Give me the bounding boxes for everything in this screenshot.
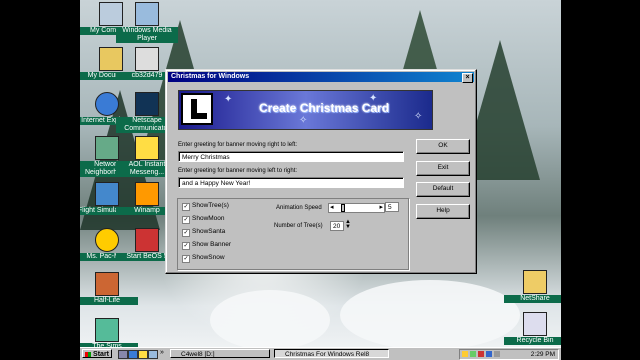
winamp-icon: [135, 182, 159, 206]
checkbox-show-snow[interactable]: ✓ ShowSnow: [182, 253, 225, 263]
check-icon: ✓: [182, 229, 190, 237]
check-icon: ✓: [182, 216, 190, 224]
clock[interactable]: 2:29 PM: [531, 350, 555, 359]
recycle-bin-icon: [523, 312, 547, 336]
desktop-icon-recycle-bin[interactable]: Recycle Bin: [504, 312, 561, 345]
close-button[interactable]: ×: [462, 73, 473, 83]
ie-icon[interactable]: [128, 350, 138, 359]
help-button[interactable]: Help: [416, 204, 470, 219]
christmas-dialog: Christmas for Windows × ✦ ✧ ✦ ✧ Create C…: [165, 69, 477, 274]
checkbox-show-santa[interactable]: ✓ ShowSanta: [182, 227, 225, 237]
aim-icon: [135, 136, 159, 160]
greeting1-label: Enter greeting for banner moving right t…: [178, 142, 298, 148]
file-icon: [135, 47, 159, 71]
greeting2-field[interactable]: and a Happy New Year!: [178, 177, 404, 188]
chevron-right-icon[interactable]: »: [160, 349, 164, 356]
ok-button[interactable]: OK: [416, 139, 470, 154]
desktop-icon-netshare[interactable]: NetShare: [504, 270, 561, 303]
netscape-icon: [135, 92, 159, 116]
wallpaper-snow: [210, 290, 330, 350]
checkbox-show-trees[interactable]: ✓ ShowTree(s): [182, 201, 229, 211]
default-button[interactable]: Default: [416, 182, 470, 197]
animation-speed-label: Animation Speed: [276, 205, 322, 211]
check-icon: ✓: [182, 255, 190, 263]
beos-icon: [135, 228, 159, 252]
arrow-left-icon[interactable]: ◂: [330, 203, 334, 211]
folder-icon: [523, 270, 547, 294]
christmas-banner: ✦ ✧ ✦ ✧ Create Christmas Card: [178, 90, 433, 130]
tray-icon[interactable]: [462, 351, 468, 357]
lambda-icon: [95, 272, 119, 296]
star-icon: ✧: [299, 115, 308, 126]
tray-icon[interactable]: [470, 351, 476, 357]
greeting2-label: Enter greeting for banner moving left to…: [178, 168, 298, 174]
system-tray: 2:29 PM: [459, 349, 559, 360]
dialog-title: Christmas for Windows: [171, 73, 250, 80]
start-button[interactable]: Start: [82, 349, 112, 358]
desktop: My Computer My Documents Internet Explor…: [80, 0, 561, 360]
trees-label: Number of Tree(s): [274, 223, 323, 229]
check-icon: ✓: [182, 242, 190, 250]
tray-icon[interactable]: [486, 351, 492, 357]
star-icon: ✦: [224, 94, 233, 105]
animation-speed-value[interactable]: 5: [385, 202, 399, 212]
sims-icon: [95, 318, 119, 342]
check-icon: ✓: [182, 203, 190, 211]
email-icon[interactable]: [138, 350, 148, 359]
speaker-icon[interactable]: [494, 351, 500, 357]
media-player-icon: [135, 2, 159, 26]
task-c4wel8[interactable]: C4wel8 [D:]: [170, 349, 270, 358]
close-icon: ×: [465, 74, 470, 81]
desktop-icon-windows-media-player[interactable]: Windows Media Player: [116, 2, 178, 43]
checkbox-show-moon[interactable]: ✓ ShowMoon: [182, 214, 225, 224]
checkbox-show-banner[interactable]: ✓ Show Banner: [182, 240, 231, 250]
animation-speed-slider[interactable]: ◂ ▸: [328, 203, 385, 213]
task-christmas-for-windows[interactable]: Christmas For Windows Rel8: [274, 349, 389, 358]
spin-arrows-icon[interactable]: ▲ ▼: [345, 219, 351, 230]
channel-icon[interactable]: [148, 350, 158, 359]
taskbar: Start » C4wel8 [D:] Christmas For Window…: [80, 347, 561, 360]
wallpaper-snow: [340, 280, 520, 350]
logo-icon: [181, 93, 213, 125]
options-group: ✓ ShowTree(s) ✓ ShowMoon ✓ ShowSanta ✓ Show …: [177, 198, 409, 270]
greeting1-field[interactable]: Merry Christmas: [178, 151, 404, 162]
arrow-right-icon[interactable]: ▸: [379, 203, 383, 211]
exit-button[interactable]: Exit: [416, 161, 470, 176]
slider-thumb[interactable]: [341, 204, 345, 212]
tray-icon[interactable]: [478, 351, 484, 357]
desktop-icon-half-life[interactable]: Half-Life: [80, 272, 138, 305]
banner-title: Create Christmas Card: [259, 101, 390, 115]
trees-field[interactable]: 20: [330, 221, 344, 231]
star-icon: ✧: [414, 111, 423, 122]
dialog-titlebar[interactable]: Christmas for Windows ×: [168, 72, 474, 83]
show-desktop-icon[interactable]: [118, 350, 128, 359]
